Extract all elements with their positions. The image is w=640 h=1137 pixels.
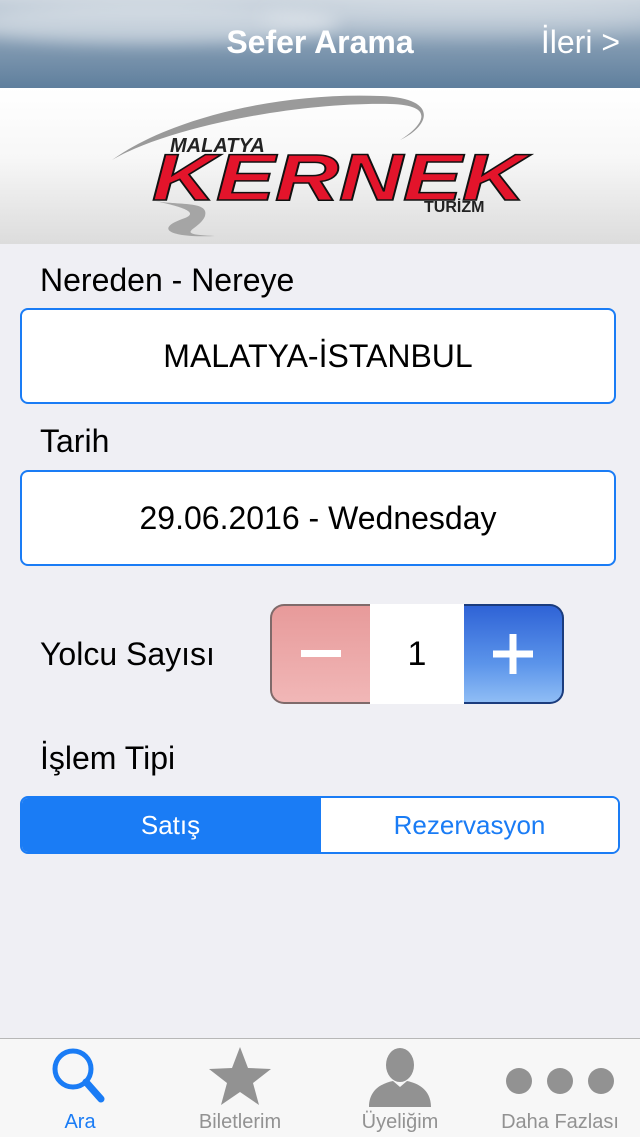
tab-bar: Ara Biletlerim Üyeliğim Daha Fazlası [0,1038,640,1137]
date-field[interactable]: 29.06.2016 - Wednesday [20,470,616,566]
segment-sale[interactable]: Satış [22,798,319,852]
search-icon [52,1048,105,1103]
plus-icon [493,634,533,674]
route-label: Nereden - Nereye [40,262,295,298]
passenger-count: 1 [370,604,464,704]
minus-icon [301,650,341,657]
tab-search[interactable]: Ara [0,1039,160,1137]
star-icon [209,1047,271,1105]
tab-search-label: Ara [64,1111,96,1133]
kernek-logo: MALATYA KERNEK TURİZM [112,95,533,237]
navigation-bar: Sefer Arama İleri > [0,0,640,88]
transaction-label: İşlem Tipi [40,740,176,776]
tab-membership[interactable]: Üyeliğim [320,1039,480,1137]
passenger-label: Yolcu Sayısı [40,636,215,672]
more-icon [506,1068,614,1094]
segment-reservation[interactable]: Rezervasyon [319,798,618,852]
tab-tickets-label: Biletlerim [198,1111,282,1133]
person-icon [369,1048,431,1107]
passenger-stepper: 1 [270,604,564,704]
route-value: MALATYA-İSTANBUL [163,337,473,374]
date-label: Tarih [40,423,110,459]
tab-tickets[interactable]: Biletlerim [160,1039,320,1137]
tab-more-label: Daha Fazlası [501,1111,619,1133]
decrement-button[interactable] [270,604,370,704]
increment-button[interactable] [464,604,564,704]
logo-sub-text: TURİZM [424,198,484,216]
brand-banner: MALATYA KERNEK TURİZM [0,88,640,244]
transaction-type-segmented-control: Satış Rezervasyon [20,796,620,854]
tab-membership-label: Üyeliğim [361,1111,439,1133]
date-value: 29.06.2016 - Wednesday [139,499,497,536]
route-field[interactable]: MALATYA-İSTANBUL [20,308,616,404]
next-button[interactable]: İleri > [541,24,620,61]
tab-more[interactable]: Daha Fazlası [480,1039,640,1137]
